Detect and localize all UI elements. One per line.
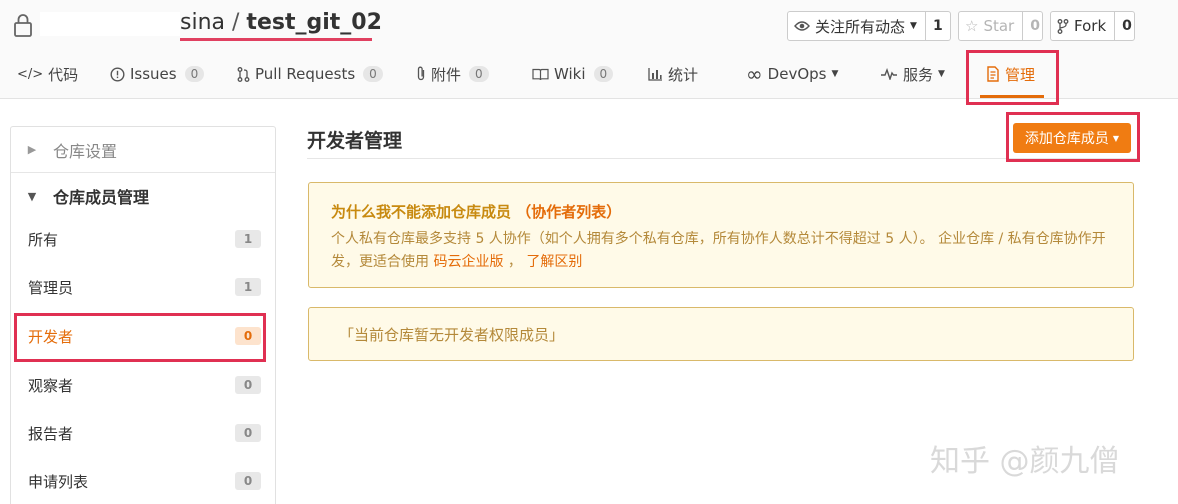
tab-attachments-label: 附件 — [431, 65, 462, 84]
sidebar-item-admins[interactable]: 管理员 1 — [11, 263, 275, 311]
fork-button[interactable]: Fork 0 — [1050, 11, 1135, 41]
sidebar-item-label: 管理员 — [28, 278, 74, 297]
tab-attachments-badge: 0 — [469, 66, 489, 82]
tab-issues-badge: 0 — [184, 66, 205, 82]
star-count[interactable]: 0 — [1022, 12, 1047, 40]
sidebar-item-label: 观察者 — [28, 376, 74, 395]
owner-name-redacted — [40, 12, 180, 36]
infinity-icon: ∞ — [746, 62, 763, 86]
repo-name-underline-annotation — [180, 38, 372, 41]
sidebar-item-label: 申请列表 — [28, 472, 89, 491]
tab-issues-label: Issues — [130, 65, 177, 83]
sidebar-item-count: 1 — [235, 278, 261, 296]
tab-wiki-label: Wiki — [554, 65, 586, 83]
caret-down-icon: ▼ — [27, 189, 37, 203]
tab-services[interactable]: 服务 ▼ — [880, 56, 945, 92]
collaborator-list-link[interactable]: （协作者列表） — [516, 203, 621, 221]
issue-icon — [110, 66, 125, 82]
owner-name[interactable]: sina — [180, 10, 225, 35]
tab-wiki-badge: 0 — [593, 66, 614, 82]
fork-label: Fork — [1074, 17, 1107, 35]
sidebar-item-label: 报告者 — [28, 424, 74, 443]
empty-state-message: 「当前仓库暂无开发者权限成员」 — [308, 307, 1134, 361]
sidebar-item-all[interactable]: 所有 1 — [11, 215, 275, 263]
sidebar-item-count: 0 — [235, 376, 261, 394]
star-label: Star — [983, 17, 1015, 35]
book-icon — [532, 68, 549, 80]
tab-pull-requests-label: Pull Requests — [255, 65, 356, 83]
sidebar-item-observers[interactable]: 观察者 0 — [11, 361, 275, 409]
star-icon: ☆ — [965, 17, 979, 35]
tab-wiki[interactable]: Wiki 0 — [532, 56, 614, 92]
eye-icon — [794, 21, 810, 31]
sidebar-item-label: 所有 — [28, 230, 59, 249]
tab-attachments[interactable]: 附件 0 — [416, 56, 489, 92]
chevron-down-icon: ▼ — [910, 21, 917, 31]
tab-devops-label: DevOps — [767, 65, 827, 83]
pull-request-icon — [237, 66, 250, 82]
watch-button[interactable]: 关注所有动态 ▼ 1 — [787, 11, 951, 41]
repo-name-link[interactable]: test_git_02 — [246, 10, 381, 35]
paperclip-icon — [417, 66, 425, 81]
notice-title: 为什么我不能添加仓库成员 （协作者列表） — [331, 201, 1111, 222]
watermark: 知乎 @颜九僧 — [930, 444, 1120, 479]
tab-issues[interactable]: Issues 0 — [110, 56, 205, 92]
path-separator: / — [232, 10, 240, 35]
fork-icon — [1057, 18, 1069, 34]
tab-code-label: 代码 — [48, 65, 79, 84]
sidebar-item-count: 0 — [235, 424, 261, 442]
sidebar-section-label: 仓库成员管理 — [53, 188, 150, 207]
watch-label: 关注所有动态 — [815, 17, 906, 36]
notice-title-text: 为什么我不能添加仓库成员 — [331, 203, 512, 221]
sidebar-item-requests[interactable]: 申请列表 0 — [11, 457, 275, 504]
sidebar-section-label: 仓库设置 — [53, 141, 118, 161]
watch-count[interactable]: 1 — [924, 12, 950, 40]
star-button[interactable]: ☆ Star 0 — [958, 11, 1043, 41]
developers-highlight-annotation — [14, 313, 266, 362]
lock-icon — [14, 14, 32, 37]
chevron-down-icon: ▼ — [831, 69, 839, 79]
page-title: 开发者管理 — [307, 130, 403, 152]
code-icon: </> — [17, 66, 44, 82]
learn-difference-link[interactable]: 了解区别 — [526, 254, 582, 270]
tab-statistics[interactable]: 统计 — [648, 56, 698, 92]
tab-statistics-label: 统计 — [668, 65, 699, 84]
bar-chart-icon — [648, 68, 662, 81]
sidebar-item-count: 1 — [235, 230, 261, 248]
management-tab-highlight-annotation — [966, 50, 1059, 105]
collaborator-limit-notice: 为什么我不能添加仓库成员 （协作者列表） 个人私有仓库最多支持 5 人协作（如个… — [308, 182, 1134, 288]
sidebar-section-repo-settings[interactable]: ▶ 仓库设置 — [11, 127, 275, 173]
add-member-highlight-annotation — [1006, 112, 1140, 162]
tab-pull-requests[interactable]: Pull Requests 0 — [237, 56, 383, 92]
tab-services-label: 服务 — [903, 65, 934, 84]
chevron-down-icon: ▼ — [938, 69, 945, 79]
notice-comma: ， — [503, 254, 522, 270]
pulse-icon — [881, 68, 897, 80]
tab-pull-requests-badge: 0 — [363, 66, 383, 82]
fork-count[interactable]: 0 — [1114, 12, 1139, 40]
sidebar-item-reporters[interactable]: 报告者 0 — [11, 409, 275, 457]
notice-body: 个人私有仓库最多支持 5 人协作（如个人拥有多个私有仓库，所有协作人数总计不得超… — [331, 228, 1111, 274]
caret-right-icon: ▶ — [27, 143, 37, 156]
sidebar-item-count: 0 — [235, 472, 261, 490]
tab-devops[interactable]: ∞ DevOps ▼ — [746, 56, 838, 92]
sidebar-section-members[interactable]: ▼ 仓库成员管理 — [11, 173, 275, 219]
enterprise-edition-link[interactable]: 码云企业版 — [433, 254, 503, 270]
repo-title: sina / test_git_02 — [180, 10, 382, 35]
tab-code[interactable]: </> 代码 — [17, 56, 78, 92]
